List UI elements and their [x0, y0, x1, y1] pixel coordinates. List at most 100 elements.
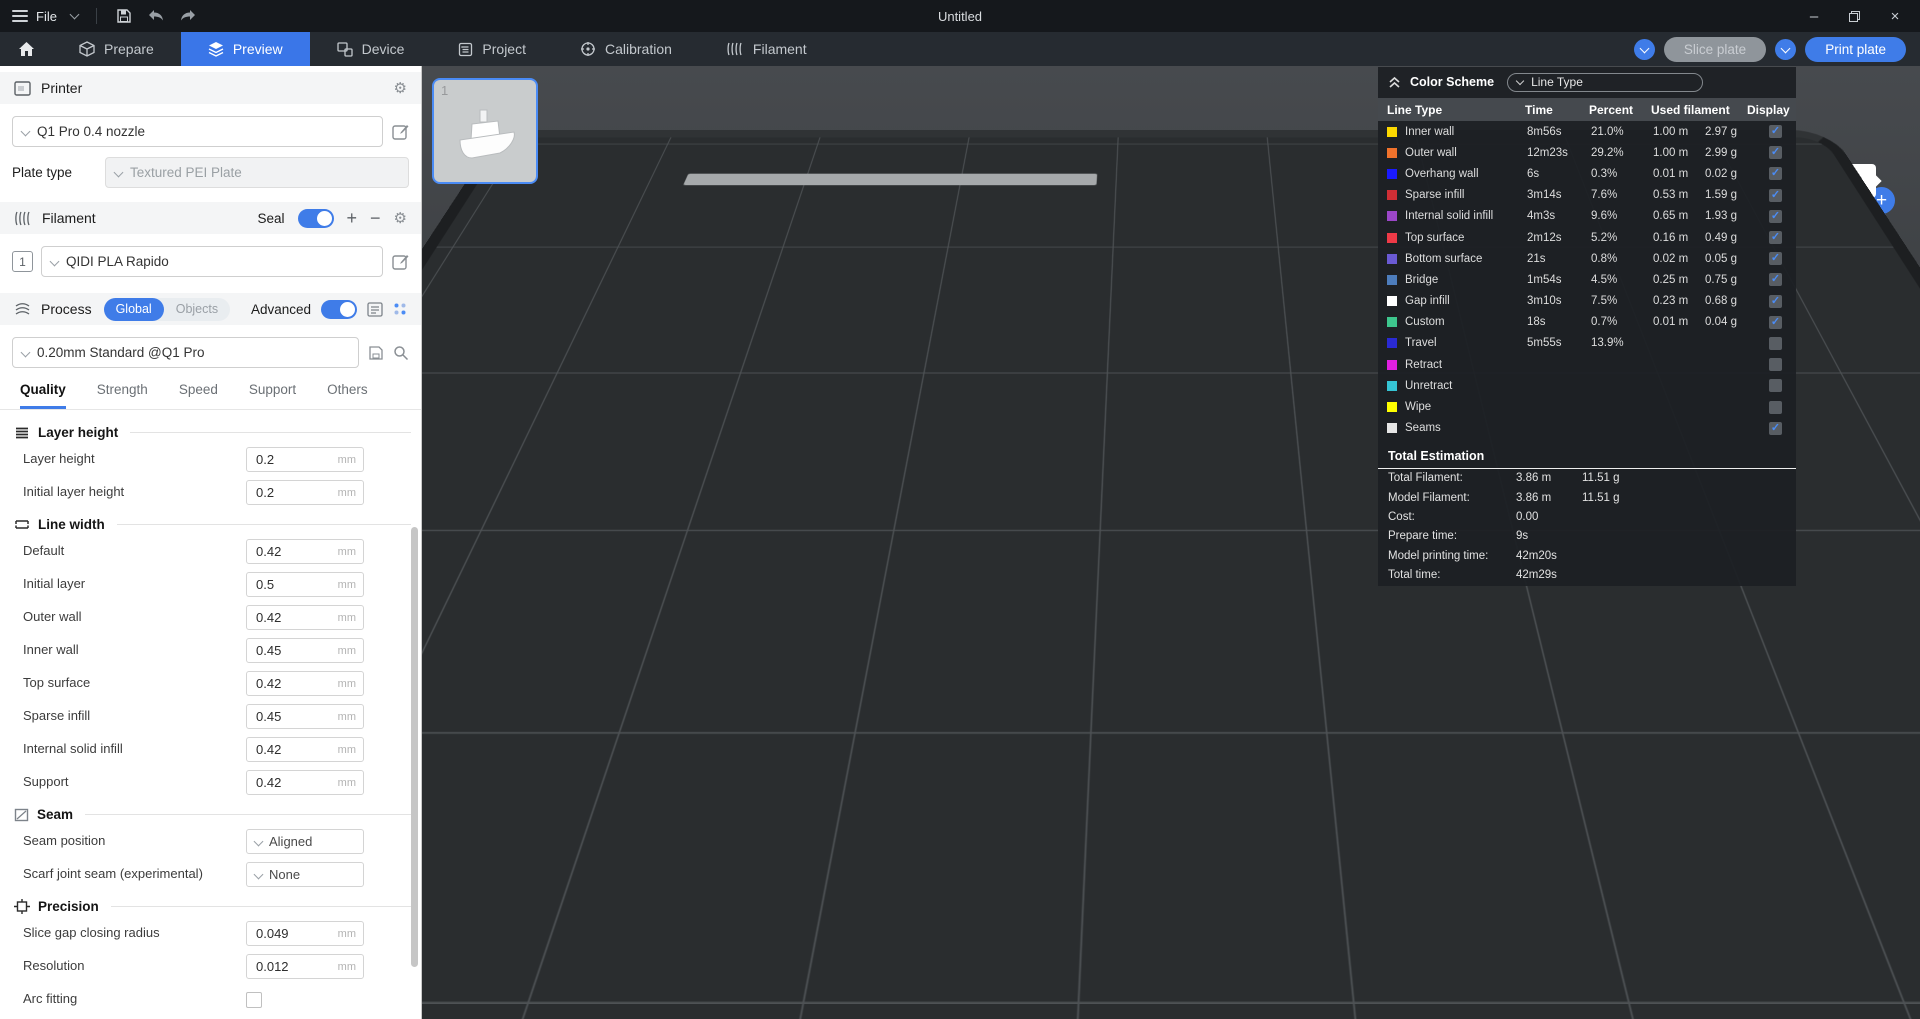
minimize-button[interactable]: –: [1805, 8, 1823, 25]
param-input[interactable]: 0.5mm: [246, 572, 364, 597]
filament-preset-select[interactable]: QIDI PLA Rapido: [41, 246, 383, 277]
file-menu[interactable]: File: [12, 9, 57, 24]
seal-toggle[interactable]: [298, 209, 334, 228]
print-plate-button[interactable]: Print plate: [1805, 37, 1906, 62]
nav-tab-prepare[interactable]: Prepare: [52, 32, 181, 66]
file-menu-chevron-icon[interactable]: [70, 10, 80, 20]
save-preset-icon[interactable]: [368, 345, 384, 361]
display-checkbox[interactable]: ✓: [1769, 401, 1782, 414]
param-row: Initial layer height0.2mm: [14, 479, 421, 506]
advanced-toggle[interactable]: [321, 300, 357, 319]
param-select[interactable]: None: [246, 862, 364, 887]
param-value: 0.42: [247, 775, 281, 790]
main-navbar: Prepare Preview DeviceProjectCalibrationFi…: [0, 32, 1920, 66]
line-type-row: Unretract✓: [1378, 375, 1796, 396]
param-checkbox[interactable]: [246, 992, 262, 1008]
display-checkbox[interactable]: ✓: [1769, 295, 1782, 308]
line-type-row: Travel5m55s13.9%✓: [1378, 333, 1796, 354]
edit-printer-icon[interactable]: [392, 123, 409, 140]
move-slider[interactable]: [727, 987, 1564, 1007]
edit-filament-icon[interactable]: [392, 253, 409, 270]
display-checkbox[interactable]: ✓: [1769, 125, 1782, 138]
param-input[interactable]: 0.2mm: [246, 447, 364, 472]
slice-options-dropdown[interactable]: [1634, 39, 1655, 60]
search-preset-icon[interactable]: [393, 345, 409, 361]
slice-plate-button[interactable]: Slice plate: [1664, 37, 1766, 62]
total-label: Total Filament:: [1388, 472, 1516, 484]
param-input[interactable]: 0.45mm: [246, 638, 364, 663]
sidebar-scrollbar[interactable]: [411, 527, 418, 967]
param-select[interactable]: Aligned: [246, 829, 364, 854]
nav-tab-calibration[interactable]: Calibration: [553, 32, 699, 66]
display-checkbox[interactable]: ✓: [1769, 379, 1782, 392]
param-value: 0.42: [247, 676, 281, 691]
display-checkbox[interactable]: ✓: [1769, 273, 1782, 286]
print-options-dropdown[interactable]: [1775, 39, 1796, 60]
layer-slider-handle[interactable]: [1870, 887, 1893, 910]
scope-global-button[interactable]: Global: [104, 298, 164, 321]
display-checkbox[interactable]: ✓: [1769, 337, 1782, 350]
viewport-3d[interactable]: 1 Color Scheme Line Type: [422, 66, 1920, 1019]
param-input[interactable]: 0.2mm: [246, 480, 364, 505]
param-row: Outer wall0.42mm: [14, 604, 421, 631]
nav-tab-device[interactable]: Device: [310, 32, 432, 66]
nav-tab-filament[interactable]: Filament: [699, 32, 834, 66]
display-checkbox[interactable]: ✓: [1769, 252, 1782, 265]
param-input[interactable]: 0.45mm: [246, 704, 364, 729]
filament-settings-gear-icon[interactable]: ⚙: [394, 211, 407, 226]
param-label: Default: [23, 544, 246, 559]
home-button[interactable]: [0, 41, 52, 57]
param-input[interactable]: 0.42mm: [246, 605, 364, 630]
param-input[interactable]: 0.42mm: [246, 539, 364, 564]
maximize-button[interactable]: [1849, 11, 1860, 22]
printer-preset-select[interactable]: Q1 Pro 0.4 nozzle: [12, 116, 383, 147]
plate-thumbnail[interactable]: 1: [432, 78, 538, 184]
param-input[interactable]: 0.42mm: [246, 671, 364, 696]
move-slider-fill: [731, 991, 1549, 1003]
printer-settings-gear-icon[interactable]: ⚙: [394, 81, 407, 96]
nav-tab-preview[interactable]: Preview: [181, 32, 310, 66]
plate-type-select[interactable]: Textured PEI Plate: [105, 157, 409, 188]
param-input[interactable]: 0.42mm: [246, 737, 364, 762]
total-row: Model printing time:42m20s: [1378, 546, 1796, 565]
display-checkbox[interactable]: ✓: [1769, 167, 1782, 180]
param-value: 0.012: [247, 959, 289, 974]
save-icon[interactable]: [115, 7, 133, 25]
move-slider-handle[interactable]: [1529, 984, 1555, 1010]
process-tab-speed[interactable]: Speed: [179, 382, 218, 409]
redo-icon[interactable]: [179, 7, 197, 25]
param-grid-icon[interactable]: [393, 302, 407, 316]
display-checkbox[interactable]: ✓: [1769, 210, 1782, 223]
param-list-icon[interactable]: [367, 302, 383, 317]
param-input[interactable]: 0.42mm: [246, 770, 364, 795]
display-checkbox[interactable]: ✓: [1769, 422, 1782, 435]
display-checkbox[interactable]: ✓: [1769, 231, 1782, 244]
process-tab-strength[interactable]: Strength: [97, 382, 148, 409]
process-tab-others[interactable]: Others: [327, 382, 368, 409]
process-tab-support[interactable]: Support: [249, 382, 296, 409]
process-preset-select[interactable]: 0.20mm Standard @Q1 Pro: [12, 337, 359, 368]
line-type-length: 0.02 m: [1653, 253, 1705, 265]
collapse-panel-icon[interactable]: [1388, 76, 1401, 89]
param-input[interactable]: 0.049mm: [246, 921, 364, 946]
nav-tab-label: Preview: [233, 41, 283, 57]
display-checkbox[interactable]: ✓: [1769, 316, 1782, 329]
add-filament-button[interactable]: +: [347, 209, 358, 227]
layers-view-icon[interactable]: [1870, 982, 1898, 1008]
display-checkbox[interactable]: ✓: [1769, 358, 1782, 371]
scope-objects-button[interactable]: Objects: [164, 298, 230, 321]
param-input[interactable]: 0.012mm: [246, 954, 364, 979]
close-button[interactable]: ×: [1886, 8, 1904, 25]
remove-filament-button[interactable]: −: [370, 209, 381, 227]
nav-tab-project[interactable]: Project: [431, 32, 553, 66]
layer-slider-track[interactable]: [1877, 212, 1886, 902]
color-scheme-select[interactable]: Line Type: [1507, 73, 1703, 92]
benchy-model[interactable]: [934, 316, 1274, 616]
process-tab-quality[interactable]: Quality: [20, 382, 66, 409]
param-unit: mm: [338, 744, 363, 756]
total-value-1: 0.00: [1516, 511, 1582, 523]
printer-section-header: Printer ⚙: [0, 72, 421, 104]
display-checkbox[interactable]: ✓: [1769, 146, 1782, 159]
undo-icon[interactable]: [147, 7, 165, 25]
display-checkbox[interactable]: ✓: [1769, 189, 1782, 202]
